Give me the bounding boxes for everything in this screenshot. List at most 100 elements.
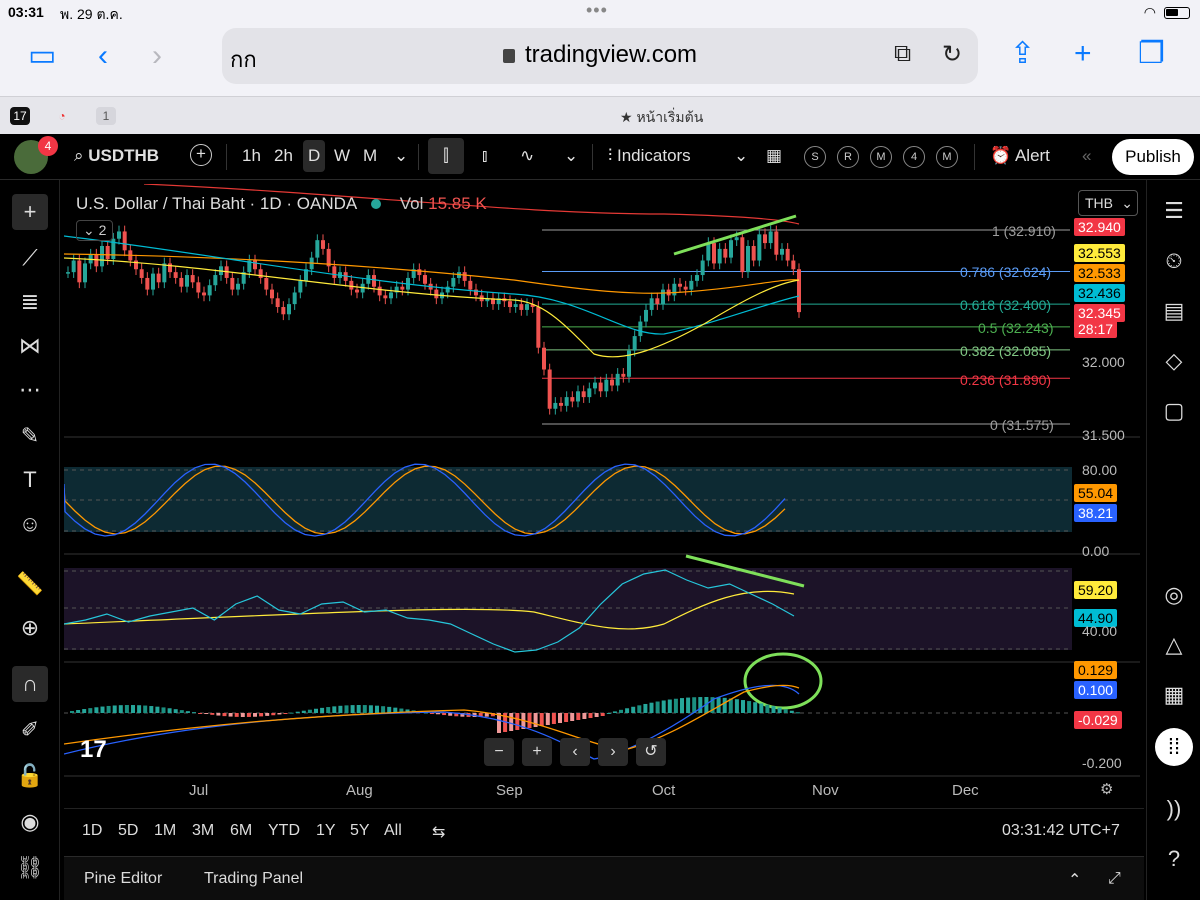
lock-drawing-icon[interactable]: ✐	[12, 712, 48, 748]
range-6m[interactable]: 6M	[230, 822, 252, 840]
range-1d[interactable]: 1D	[82, 822, 102, 840]
chevron-down-icon[interactable]: ⌄	[394, 146, 408, 166]
text-icon[interactable]: T	[12, 462, 48, 498]
range-all[interactable]: All	[384, 822, 402, 840]
indicators-label: Indicators	[616, 146, 691, 165]
tab-pine-editor[interactable]: Pine Editor	[84, 870, 162, 888]
target-icon[interactable]: ◎	[1155, 576, 1193, 614]
fib-retracement-icon[interactable]: ≣	[12, 284, 48, 320]
site-favicon[interactable]: ◔	[52, 107, 72, 125]
lock-icon[interactable]: 🔓	[12, 758, 48, 794]
interval-m[interactable]: M	[363, 146, 377, 166]
tab-title: หน้าเริ่มต้น	[636, 109, 704, 125]
link-icon[interactable]: ⛓	[12, 850, 48, 886]
layers-icon[interactable]: ◇	[1155, 342, 1193, 380]
bars-icon[interactable]: ⫾	[482, 146, 487, 166]
candle-body	[661, 289, 665, 305]
layout-button-m[interactable]: M	[870, 146, 892, 168]
chevron-down-icon[interactable]: ⌄	[734, 146, 748, 166]
chevron-up-icon[interactable]: ⌃	[1068, 870, 1081, 890]
address-bar[interactable]: กก tradingview.com ⧉ ↻	[222, 28, 978, 84]
zoom-out-icon[interactable]: −	[484, 738, 514, 766]
extensions-icon[interactable]: ⧉	[894, 40, 911, 68]
interval-d[interactable]: D	[303, 140, 326, 172]
settings-gear-icon[interactable]: ⚙	[1100, 780, 1113, 798]
reload-icon[interactable]: ↻	[942, 40, 962, 69]
multitasking-dots-icon[interactable]: •••	[586, 0, 608, 21]
layout-button-s[interactable]: S	[804, 146, 826, 168]
candles-icon[interactable]: ⫿	[428, 138, 464, 174]
layout-button-r[interactable]: R	[837, 146, 859, 168]
help-icon[interactable]: ?	[1155, 840, 1193, 878]
brush-icon[interactable]: ✎	[12, 418, 48, 454]
emoji-icon[interactable]: ☺	[12, 506, 48, 542]
chevron-down-icon[interactable]: ⌄	[564, 146, 578, 166]
indicators-button[interactable]: ⫶ Indicators	[608, 146, 691, 166]
tab-count-badge[interactable]: 1	[96, 107, 116, 125]
macd-histogram-bar	[338, 705, 343, 713]
macd-histogram-bar	[301, 710, 306, 713]
interval-1h[interactable]: 1h	[242, 146, 261, 166]
candle-body	[207, 285, 212, 296]
magnet-icon[interactable]: ∩	[12, 666, 48, 702]
candle-body	[258, 269, 263, 278]
active-tab[interactable]: ★ หน้าเริ่มต้น	[620, 107, 703, 129]
watchlist-icon[interactable]: ☰	[1155, 192, 1193, 230]
publish-button[interactable]: Publish	[1112, 139, 1194, 175]
range-1y[interactable]: 1Y	[316, 822, 336, 840]
layout-button-m2[interactable]: M	[936, 146, 958, 168]
forward-icon[interactable]: ›	[152, 38, 162, 74]
macd-histogram-bar	[381, 706, 386, 713]
calendar-icon[interactable]: ▦	[1155, 676, 1193, 714]
ideas-icon[interactable]: △	[1155, 626, 1193, 664]
pattern-icon[interactable]: ⋈	[12, 328, 48, 364]
crosshair-icon[interactable]: +	[12, 194, 48, 230]
collapse-toolbar-icon[interactable]: «	[1082, 146, 1091, 166]
macd-histogram-bar	[448, 713, 453, 716]
range-5d[interactable]: 5D	[118, 822, 138, 840]
line-chart-icon[interactable]: ∿	[520, 146, 534, 166]
share-icon[interactable]: ⇪	[1010, 36, 1035, 72]
symbol-search[interactable]: ⌕ USDTHB	[74, 146, 159, 166]
zoom-in-icon[interactable]: +	[522, 738, 552, 766]
alert-button[interactable]: ⏰ Alert	[990, 146, 1050, 166]
clock-timezone[interactable]: 03:31:42 UTC+7	[1002, 822, 1120, 840]
range-1m[interactable]: 1M	[154, 822, 176, 840]
macd-histogram-bar	[228, 713, 233, 717]
range-3m[interactable]: 3M	[192, 822, 214, 840]
tabs-overview-icon[interactable]: ❐	[1138, 36, 1165, 72]
eye-icon[interactable]: ◉	[12, 804, 48, 840]
chat-icon[interactable]: ▢	[1155, 392, 1193, 430]
back-icon[interactable]: ‹	[98, 38, 108, 74]
currency-selector[interactable]: THB ⌄	[1078, 190, 1138, 216]
sidebar-icon[interactable]: ▭	[28, 38, 56, 74]
zoom-in-icon[interactable]: ⊕	[12, 610, 48, 646]
broadcast-icon[interactable]: ))	[1155, 790, 1193, 828]
macd-tag-signal: 0.129	[1074, 661, 1118, 679]
indicator-collapse-button[interactable]: ⌄ 2	[76, 220, 114, 241]
range-5y[interactable]: 5Y	[350, 822, 370, 840]
macd-histogram-bar	[436, 713, 440, 715]
tradingview-favicon[interactable]: 17	[10, 107, 30, 125]
scroll-left-icon[interactable]: ‹	[560, 738, 590, 766]
compare-symbol-icon[interactable]: +	[190, 144, 212, 166]
scroll-right-icon[interactable]: ›	[598, 738, 628, 766]
chart-area[interactable]: U.S. Dollar / Thai Baht · 1D · OANDA Vol…	[64, 184, 1140, 804]
ruler-icon[interactable]: 📏	[12, 566, 48, 602]
projection-icon[interactable]: ⋯	[12, 372, 48, 408]
layout-button-4[interactable]: 4	[903, 146, 925, 168]
alerts-clock-icon[interactable]: ⏲	[1155, 242, 1193, 280]
data-window-icon[interactable]: ▤	[1155, 292, 1193, 330]
layout-grid-icon[interactable]: ▦	[766, 146, 782, 166]
trend-line-icon[interactable]: ⟋	[12, 240, 48, 276]
interval-2h[interactable]: 2h	[274, 146, 293, 166]
maximize-panel-icon[interactable]: ⤢	[1108, 870, 1121, 888]
new-tab-icon[interactable]: +	[1074, 36, 1092, 72]
candle-body	[281, 307, 286, 315]
date-range-icon[interactable]: ⇆	[432, 822, 445, 842]
tab-trading-panel[interactable]: Trading Panel	[204, 870, 303, 888]
range-ytd[interactable]: YTD	[268, 822, 300, 840]
more-dots-icon[interactable]: ⁞⁞	[1155, 728, 1193, 766]
reset-chart-icon[interactable]: ↺	[636, 738, 666, 766]
interval-w[interactable]: W	[334, 146, 350, 166]
